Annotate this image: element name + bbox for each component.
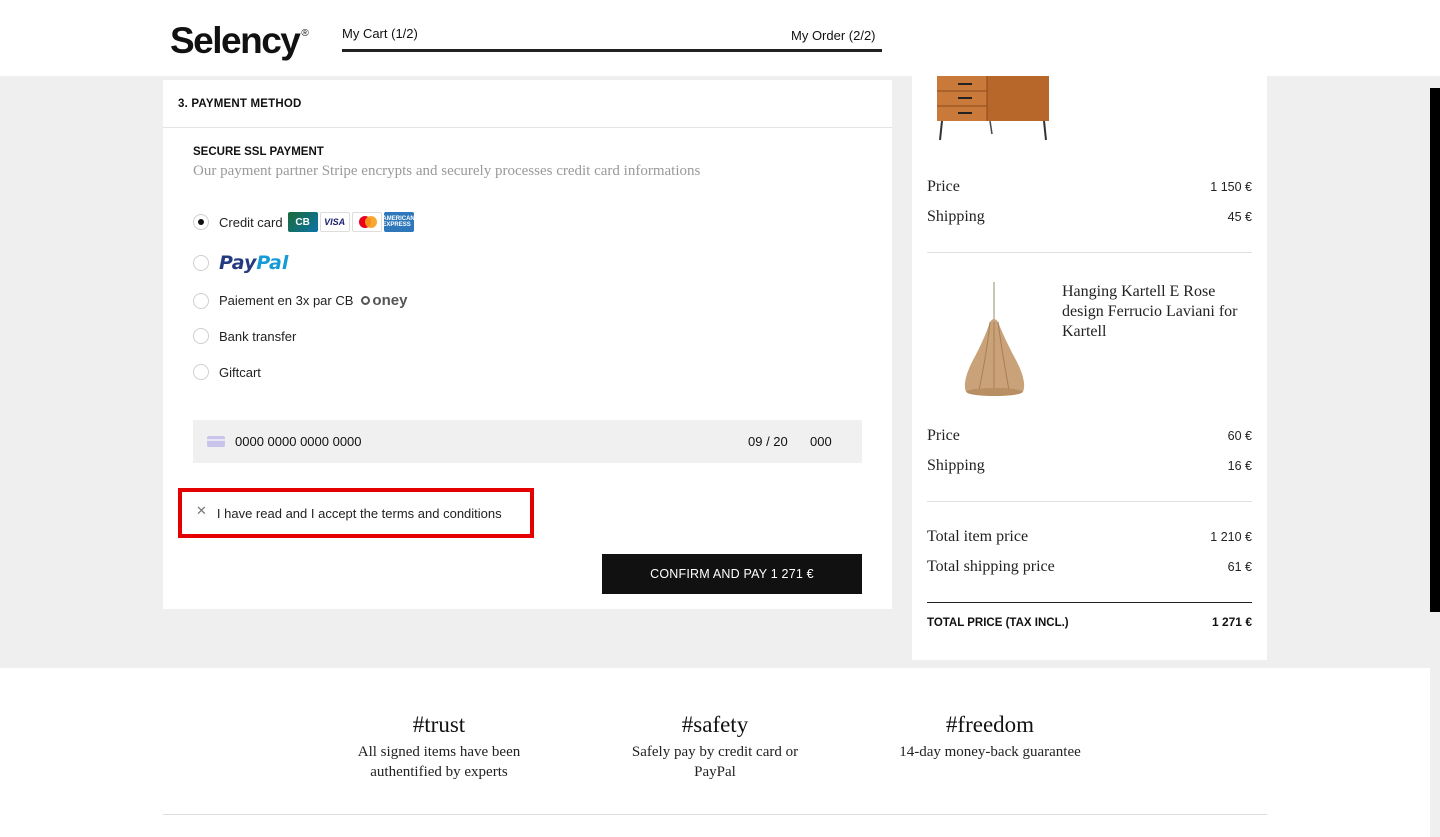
card-logos: CB VISA AMERICAN EXPRESS [287,212,415,232]
site-header: Selency ® My Cart (1/2) My Order (2/2) [0,0,1440,76]
feature-safety: #safety Safely pay by credit card or PayP… [631,712,799,780]
page-scrollbar[interactable] [1430,88,1440,612]
option-paypal[interactable]: PayPal [193,252,288,274]
mastercard-icon [351,212,382,232]
option-credit-card[interactable]: Credit card CB VISA AMERICAN EXPRESS [193,212,415,232]
option-bank-transfer[interactable]: Bank transfer [193,328,296,344]
checkout-progress-bar [342,49,882,52]
card-details-input[interactable]: 0000 0000 0000 0000 09 / 20 000 [193,420,862,463]
item1-shipping-row: Shipping 45 € [927,208,1252,225]
step-my-cart[interactable]: My Cart (1/2) [342,26,418,41]
reassurance-footer: #trust All signed items have been authent… [0,668,1430,837]
item2-shipping-row: Shipping 16 € [927,457,1252,474]
item1-price-row: Price 1 150 € [927,178,1252,195]
selency-logo[interactable]: Selency ® [170,20,309,62]
payment-method-panel: 3. PAYMENT METHOD SECURE SSL PAYMENT Our… [163,80,892,609]
registered-mark: ® [301,28,309,39]
credit-card-icon [207,436,225,447]
card-number-field[interactable]: 0000 0000 0000 0000 [235,434,362,449]
divider [163,127,892,128]
radio-bank-transfer[interactable] [193,328,209,344]
item2-price-row: Price 60 € [927,427,1252,444]
payment-method-title: 3. PAYMENT METHOD [178,98,302,110]
footer-divider [163,814,1267,815]
total-item-price-row: Total item price 1 210 € [927,528,1252,545]
divider [927,501,1252,502]
total-price-row: TOTAL PRICE (TAX INCL.) 1 271 € [927,615,1252,629]
option-label: Bank transfer [219,328,297,344]
feature-trust: #trust All signed items have been authent… [357,712,521,780]
visa-card-icon: VISA [319,212,350,232]
item2-name[interactable]: Hanging Kartell E Rose design Ferrucio L… [1062,282,1252,342]
cb-card-icon: CB [287,212,318,232]
secure-ssl-description: Our payment partner Stripe encrypts and … [193,163,701,179]
total-shipping-price-row: Total shipping price 61 € [927,558,1252,575]
pendant-lamp-image[interactable] [957,282,1032,400]
option-label: Giftcart [219,364,261,380]
radio-giftcart[interactable] [193,364,209,380]
radio-3x-cb[interactable] [193,292,209,309]
option-3x-cb[interactable]: Paiement en 3x par CB oney [193,292,407,309]
terms-checkbox-icon[interactable]: ✕ [196,503,207,519]
radio-paypal[interactable] [193,255,209,271]
paypal-logo: PayPal [219,252,289,274]
oney-logo: oney [361,292,407,309]
step-my-order: My Order (2/2) [791,28,876,43]
feature-freedom: #freedom 14-day money-back guarantee [899,712,1081,760]
terms-label[interactable]: I have read and I accept the terms and c… [217,506,502,521]
card-cvc-field[interactable]: 000 [810,434,832,449]
amex-card-icon: AMERICAN EXPRESS [382,212,415,232]
radio-credit-card[interactable] [193,214,209,230]
option-label: Paiement en 3x par CB [219,293,354,308]
card-expiry-field[interactable]: 09 / 20 [748,434,788,449]
option-label: Credit card [219,214,283,230]
option-giftcart[interactable]: Giftcart [193,364,261,380]
terms-checkbox-row[interactable]: ✕ I have read and I accept the terms and… [178,488,534,538]
total-divider [927,602,1252,603]
confirm-and-pay-button[interactable]: CONFIRM AND PAY 1 271 € [602,554,862,594]
sideboard-image[interactable] [932,76,1057,146]
order-summary: Price 1 150 € Shipping 45 € Hanging Kartel… [912,76,1267,660]
secure-ssl-title: SECURE SSL PAYMENT [193,146,324,158]
divider [927,252,1252,253]
